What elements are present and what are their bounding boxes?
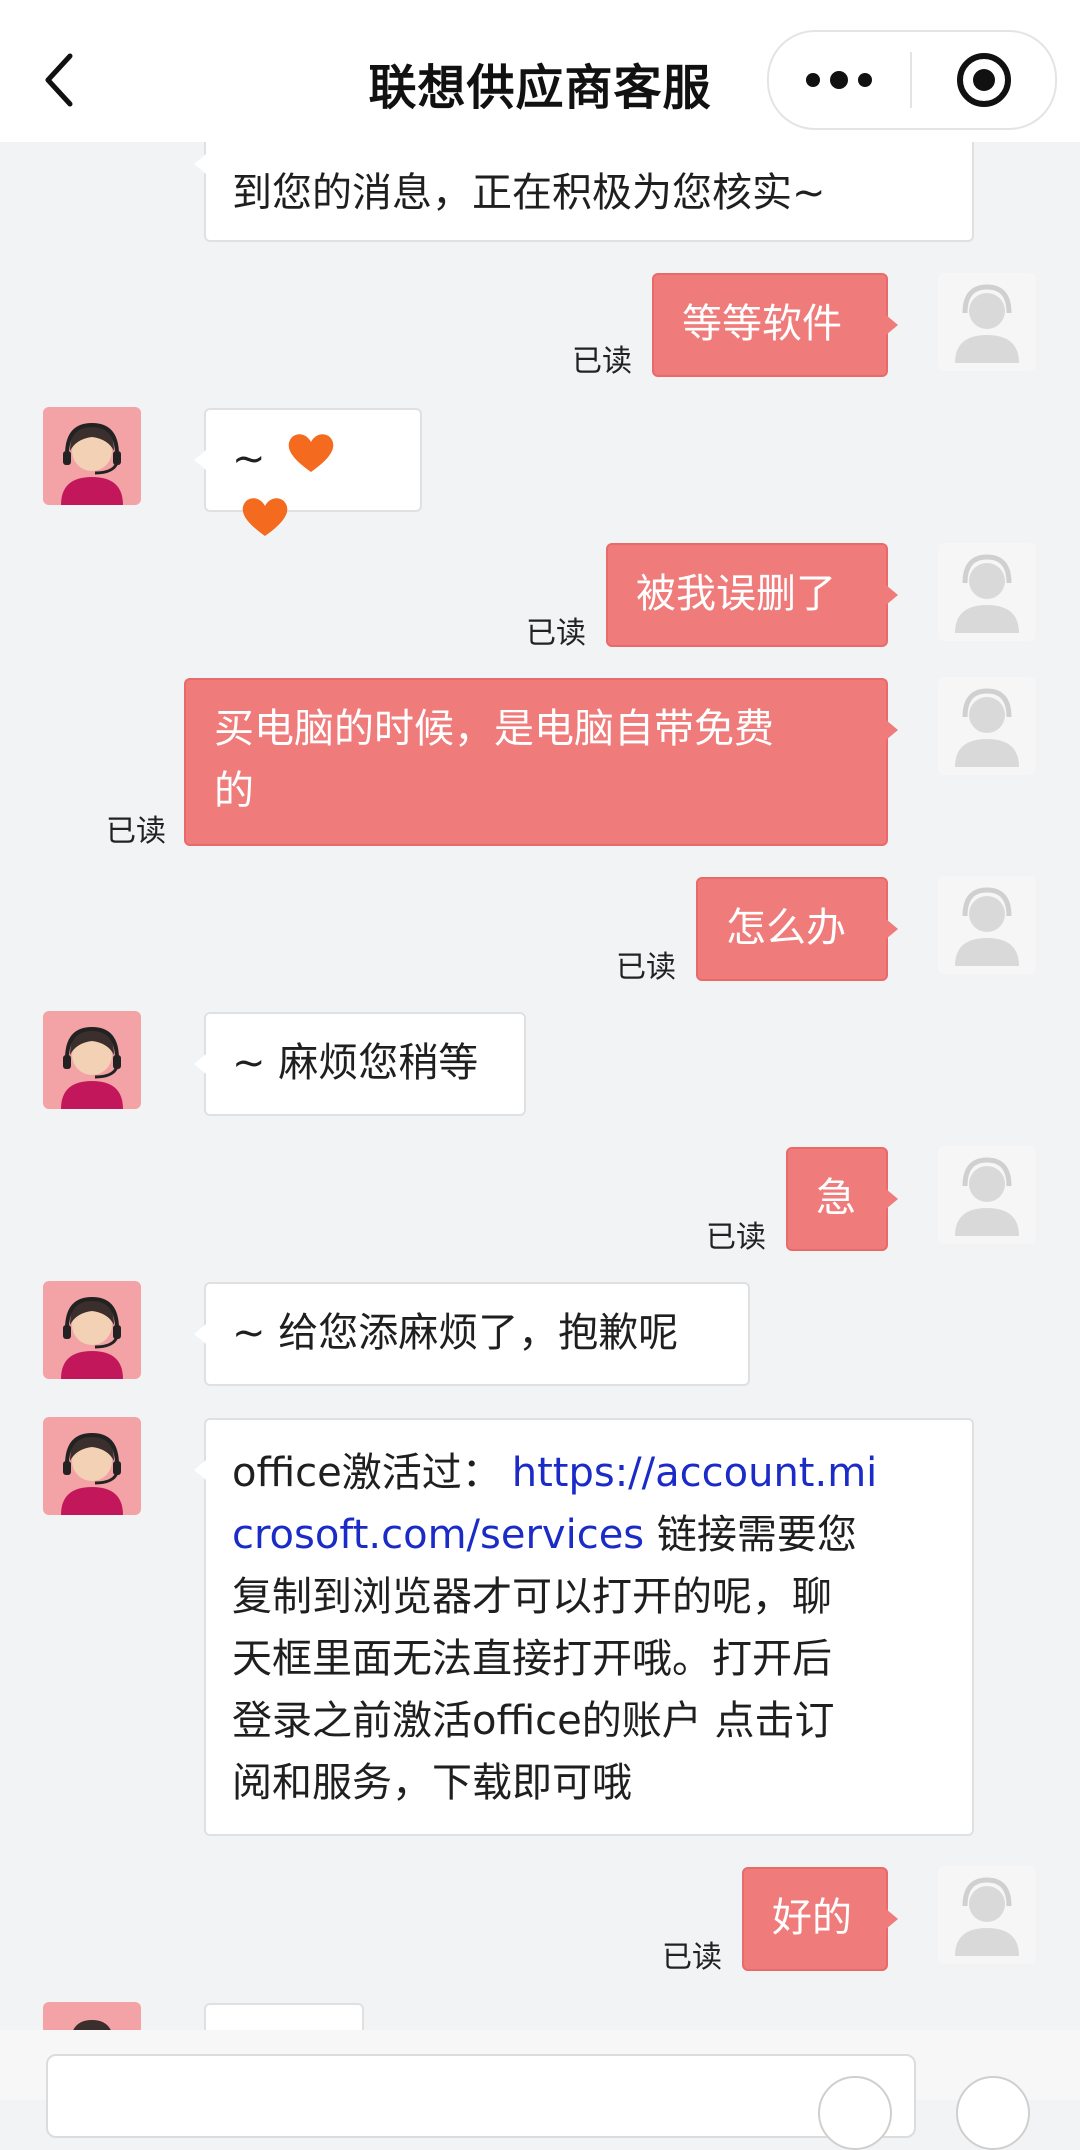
message-text: ~ 给您添麻烦了，抱歉呢 xyxy=(232,1310,679,1356)
agent-message-bubble: ~ 麻烦您稍等 xyxy=(194,1012,526,1116)
customer-service-avatar[interactable] xyxy=(43,1011,141,1109)
navigation-bar: 联想供应商客服 xyxy=(0,0,1080,142)
agent-message-bubble: office激活过： https://account.mi crosoft.com… xyxy=(194,1418,974,1836)
message-line: crosoft.com/services 链接需要您 xyxy=(232,1504,946,1566)
read-receipt: 已读 xyxy=(662,1940,722,1975)
orange-heart-emoji xyxy=(286,430,336,492)
customer-service-avatar[interactable] xyxy=(43,1417,141,1515)
input-bar xyxy=(0,2030,1080,2150)
message-text: 急 xyxy=(816,1175,856,1221)
more-dots-icon xyxy=(806,71,872,89)
message-line: office激活过： https://account.mi xyxy=(232,1442,946,1504)
message-line: 的 xyxy=(214,768,254,814)
user-message-bubble: 怎么办 xyxy=(696,877,898,981)
message-text: 到您的消息，正在积极为您核实~ xyxy=(232,170,826,216)
chat-area[interactable]: 到您的消息，正在积极为您核实~ 已读 等等软件 ~ 已读 被我误删了 已读 买电… xyxy=(0,0,1080,2030)
close-mini-program-button[interactable] xyxy=(912,32,1055,128)
message-line: 登录之前激活office的账户 点击订 xyxy=(232,1698,835,1744)
agent-message-bubble: ~ 给您添麻烦了，抱歉呢 xyxy=(194,1282,750,1386)
customer-service-avatar[interactable] xyxy=(43,407,141,505)
default-user-avatar[interactable] xyxy=(938,1866,1036,1964)
customer-service-avatar[interactable] xyxy=(43,2002,141,2030)
message-text: 好的 xyxy=(772,1895,852,1941)
url-link[interactable]: crosoft.com/services xyxy=(232,1512,644,1558)
message-text: office激活过： xyxy=(232,1450,502,1496)
read-receipt: 已读 xyxy=(526,616,586,651)
emoji-button[interactable] xyxy=(818,2076,892,2150)
more-button[interactable] xyxy=(769,32,910,128)
default-user-avatar[interactable] xyxy=(938,273,1036,371)
message-line: 阅和服务，下载即可哦 xyxy=(232,1760,632,1806)
user-message-bubble: 买电脑的时候，是电脑自带免费 的 xyxy=(184,678,898,846)
message-text: ~ 麻烦您稍等 xyxy=(232,1040,479,1086)
message-line: 买电脑的时候，是电脑自带免费 xyxy=(214,706,774,752)
url-link[interactable]: https://account.mi xyxy=(512,1450,878,1496)
default-user-avatar[interactable] xyxy=(938,677,1036,775)
default-user-avatar[interactable] xyxy=(938,1146,1036,1244)
user-message-bubble: 等等软件 xyxy=(652,273,898,377)
message-text: 等等软件 xyxy=(682,301,842,347)
agent-message-bubble xyxy=(204,2003,364,2030)
user-message-bubble: 好的 xyxy=(742,1867,898,1971)
orange-heart-emoji xyxy=(240,494,290,556)
read-receipt: 已读 xyxy=(706,1220,766,1255)
agent-message-bubble: ~ xyxy=(194,408,422,536)
target-circle-icon xyxy=(957,53,1011,107)
read-receipt: 已读 xyxy=(106,814,166,849)
read-receipt: 已读 xyxy=(616,950,676,985)
message-text: 怎么办 xyxy=(726,905,846,951)
mini-program-capsule xyxy=(767,30,1057,130)
customer-service-avatar[interactable] xyxy=(43,1281,141,1379)
read-receipt: 已读 xyxy=(572,344,632,379)
message-text: 被我误删了 xyxy=(636,571,836,617)
default-user-avatar[interactable] xyxy=(938,876,1036,974)
more-actions-button[interactable] xyxy=(956,2076,1030,2150)
message-line: 复制到浏览器才可以打开的呢，聊 xyxy=(232,1574,832,1620)
message-text: 链接需要您 xyxy=(644,1512,857,1558)
default-user-avatar[interactable] xyxy=(938,543,1036,641)
user-message-bubble: 急 xyxy=(786,1147,898,1251)
message-text: ~ xyxy=(232,436,266,482)
user-message-bubble: 被我误删了 xyxy=(606,543,898,647)
message-line: 天框里面无法直接打开哦。打开后 xyxy=(232,1636,832,1682)
message-input[interactable] xyxy=(46,2054,916,2138)
